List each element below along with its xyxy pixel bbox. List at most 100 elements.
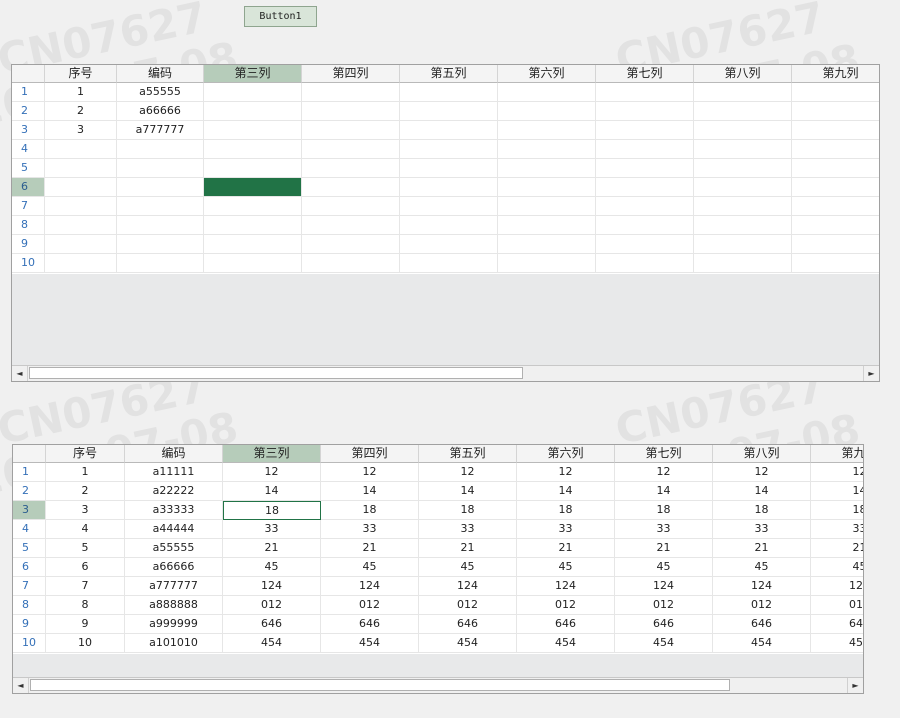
grid-cell[interactable]: 9 xyxy=(46,615,125,634)
column-header[interactable]: 第九列 xyxy=(792,65,879,83)
table-row[interactable]: 33a3333318181818181818 xyxy=(13,501,863,520)
grid-cell[interactable] xyxy=(694,178,792,197)
grid-cell[interactable] xyxy=(498,197,596,216)
grid-cell[interactable]: 45 xyxy=(811,558,863,577)
grid-cell[interactable]: 21 xyxy=(419,539,517,558)
column-header[interactable]: 第六列 xyxy=(498,65,596,83)
grid-cell[interactable]: 21 xyxy=(321,539,419,558)
row-number[interactable]: 7 xyxy=(12,197,45,216)
grid-cell[interactable] xyxy=(498,140,596,159)
grid-cell[interactable] xyxy=(117,140,204,159)
grid-cell[interactable] xyxy=(302,216,400,235)
grid-cell[interactable]: 14 xyxy=(811,482,863,501)
table-row[interactable]: 1 1 a55555 xyxy=(12,83,879,102)
table-row[interactable]: 11a1111112121212121212 xyxy=(13,463,863,482)
column-header[interactable]: 第五列 xyxy=(419,445,517,463)
grid-cell[interactable]: 646 xyxy=(223,615,321,634)
corner-header[interactable] xyxy=(13,445,46,463)
grid-cell[interactable]: 45 xyxy=(615,558,713,577)
row-number[interactable]: 9 xyxy=(12,235,45,254)
column-header[interactable]: 第七列 xyxy=(615,445,713,463)
grid-cell[interactable]: 33 xyxy=(615,520,713,539)
row-number[interactable]: 1 xyxy=(12,83,45,102)
grid-cell[interactable]: a11111 xyxy=(125,463,223,482)
grid-cell[interactable]: a777777 xyxy=(117,121,204,140)
grid-cell[interactable]: 124 xyxy=(713,577,811,596)
grid-cell[interactable] xyxy=(498,216,596,235)
grid-cell[interactable] xyxy=(792,216,879,235)
row-number[interactable]: 7 xyxy=(13,577,46,596)
grid-cell[interactable] xyxy=(498,159,596,178)
grid-cell[interactable] xyxy=(45,140,117,159)
grid-cell[interactable] xyxy=(694,121,792,140)
grid-cell[interactable] xyxy=(302,235,400,254)
grid-cell[interactable]: 646 xyxy=(615,615,713,634)
table-row[interactable]: 66a6666645454545454545 xyxy=(13,558,863,577)
table-row[interactable]: 7 xyxy=(12,197,879,216)
scrollbar-thumb[interactable] xyxy=(30,679,730,691)
grid-cell[interactable]: 18 xyxy=(419,501,517,520)
grid-cell[interactable] xyxy=(302,178,400,197)
grid-cell[interactable]: 124 xyxy=(419,577,517,596)
grid-cell[interactable]: 124 xyxy=(615,577,713,596)
grid-cell[interactable] xyxy=(204,254,302,273)
grid-cell[interactable] xyxy=(117,235,204,254)
grid-cell[interactable]: 646 xyxy=(811,615,863,634)
grid-cell[interactable] xyxy=(694,83,792,102)
grid-cell[interactable] xyxy=(596,140,694,159)
scroll-right-arrow-icon[interactable]: ► xyxy=(847,678,863,693)
grid-cell[interactable] xyxy=(792,254,879,273)
grid-cell[interactable]: 454 xyxy=(419,634,517,653)
grid-cell[interactable]: 21 xyxy=(615,539,713,558)
grid-cell[interactable] xyxy=(302,121,400,140)
grid-cell[interactable]: 454 xyxy=(615,634,713,653)
column-header[interactable]: 第八列 xyxy=(713,445,811,463)
grid-cell[interactable]: a888888 xyxy=(125,596,223,615)
row-number[interactable]: 6 xyxy=(13,558,46,577)
grid-cell[interactable] xyxy=(400,216,498,235)
row-number[interactable]: 10 xyxy=(12,254,45,273)
data-grid-top[interactable]: 序号 编码 第三列 第四列 第五列 第六列 第七列 第八列 第九列 1 1 a555… xyxy=(11,64,880,382)
column-header[interactable]: 第八列 xyxy=(694,65,792,83)
grid-cell[interactable] xyxy=(498,102,596,121)
grid-cell[interactable] xyxy=(400,254,498,273)
grid-cell[interactable] xyxy=(45,159,117,178)
table-row[interactable]: 10 xyxy=(12,254,879,273)
grid-cell[interactable] xyxy=(302,83,400,102)
button1[interactable]: Button1 xyxy=(244,6,317,27)
grid-cell[interactable]: 454 xyxy=(811,634,863,653)
grid-cell[interactable]: 14 xyxy=(321,482,419,501)
grid-cell[interactable] xyxy=(400,235,498,254)
grid-cell[interactable]: 124 xyxy=(321,577,419,596)
grid-cell[interactable]: 10 xyxy=(46,634,125,653)
grid-cell[interactable] xyxy=(498,254,596,273)
row-number[interactable]: 5 xyxy=(12,159,45,178)
grid-cell[interactable]: 012 xyxy=(223,596,321,615)
grid-cell[interactable] xyxy=(400,197,498,216)
grid-cell[interactable]: 14 xyxy=(223,482,321,501)
row-number[interactable]: 2 xyxy=(13,482,46,501)
grid-cell[interactable] xyxy=(596,216,694,235)
row-number[interactable]: 4 xyxy=(13,520,46,539)
grid-cell[interactable]: 5 xyxy=(46,539,125,558)
row-number[interactable]: 4 xyxy=(12,140,45,159)
grid-cell[interactable] xyxy=(792,140,879,159)
grid-cell[interactable] xyxy=(694,216,792,235)
row-number[interactable]: 8 xyxy=(13,596,46,615)
grid-cell[interactable] xyxy=(117,197,204,216)
grid-cell[interactable] xyxy=(596,121,694,140)
grid-cell[interactable]: 012 xyxy=(321,596,419,615)
grid-cell[interactable] xyxy=(45,216,117,235)
grid-cell[interactable]: 12 xyxy=(419,463,517,482)
table-row[interactable]: 8 xyxy=(12,216,879,235)
grid-cell[interactable]: 12 xyxy=(713,463,811,482)
grid-cell[interactable]: 124 xyxy=(811,577,863,596)
grid-cell[interactable] xyxy=(400,159,498,178)
table-row[interactable]: 9 xyxy=(12,235,879,254)
grid-cell[interactable] xyxy=(792,178,879,197)
grid-cell[interactable] xyxy=(45,197,117,216)
grid-cell[interactable]: 18 xyxy=(517,501,615,520)
table-row[interactable]: 99a999999646646646646646646646 xyxy=(13,615,863,634)
grid-cell[interactable]: 12 xyxy=(811,463,863,482)
grid-cell[interactable]: 33 xyxy=(713,520,811,539)
